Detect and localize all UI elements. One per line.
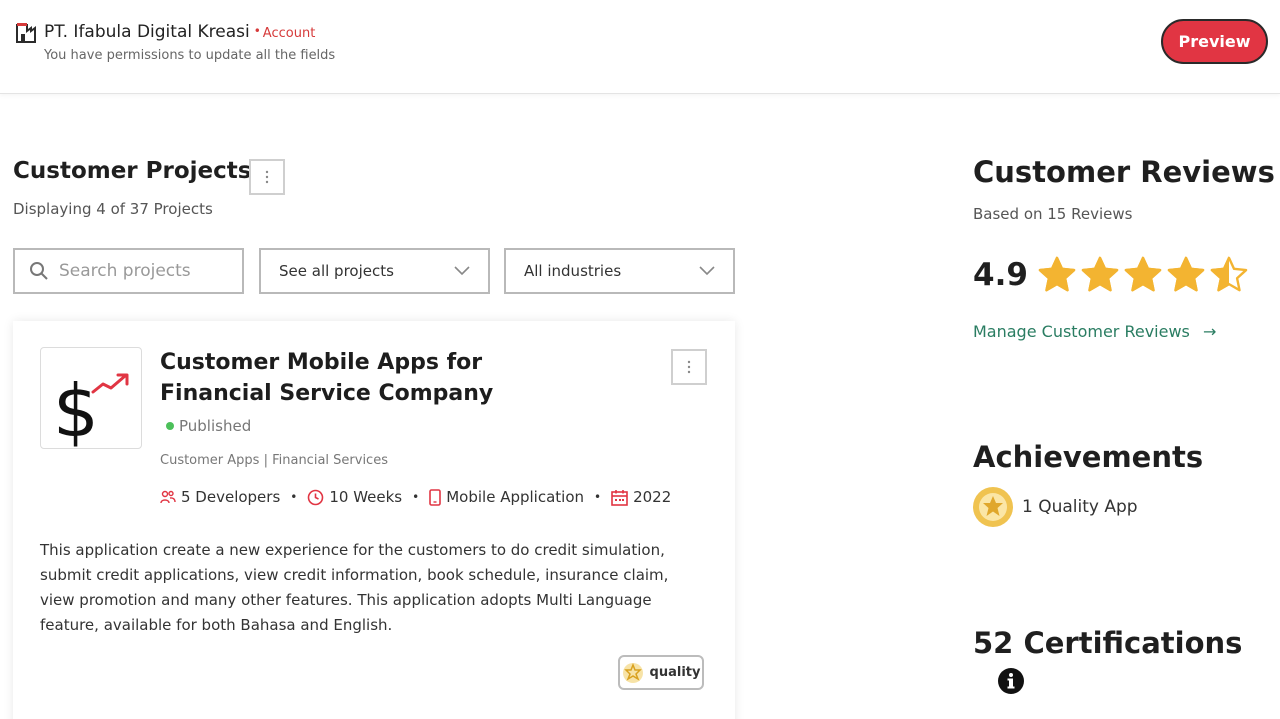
meta-duration: 10 Weeks (307, 488, 402, 506)
industries-filter-select[interactable]: All industries (504, 248, 735, 294)
project-meta: 5 Developers • 10 Weeks • Mobile Applica… (160, 488, 671, 506)
manage-reviews-link[interactable]: Manage Customer Reviews → (973, 322, 1216, 341)
meta-developers: 5 Developers (160, 488, 280, 506)
project-description: This application create a new experience… (40, 541, 669, 634)
company-building-icon (16, 23, 36, 43)
project-categories: Customer Apps | Financial Services (160, 453, 388, 468)
people-icon (160, 490, 176, 504)
project-title-text: Customer Mobile Apps for Financial Servi… (160, 350, 494, 406)
permissions-text: You have permissions to update all the f… (44, 48, 336, 63)
mobile-phone-icon (429, 488, 442, 506)
achievement-item: 1 Quality App (972, 486, 1138, 528)
rating-value: 4.9 (973, 257, 1028, 293)
star-icon (1124, 256, 1162, 292)
customer-reviews-title: Customer Reviews (973, 155, 1275, 189)
company-name: PT. Ifabula Digital Kreasi • Account (44, 22, 315, 42)
project-card[interactable]: $ Customer Mobile Apps for Financial Ser… (13, 321, 735, 719)
search-box (13, 248, 244, 294)
kebab-menu-icon (265, 170, 269, 184)
meta-platform: Mobile Application (429, 488, 584, 506)
projects-filter-select[interactable]: See all projects (259, 248, 490, 294)
star-icon (1038, 256, 1076, 292)
meta-bullet: • (290, 490, 298, 504)
project-options-button[interactable] (671, 349, 707, 385)
certifications-title: 52 Certifications (973, 626, 1243, 660)
projects-filter-value: See all projects (279, 262, 394, 280)
meta-bullet: • (412, 490, 420, 504)
star-icon (1210, 256, 1248, 292)
account-label: Account (262, 26, 316, 41)
quality-badge-label: quality (649, 665, 701, 680)
top-bar: PT. Ifabula Digital Kreasi • Account You h… (0, 0, 1280, 94)
published-dot (166, 421, 174, 430)
industries-filter-value: All industries (524, 262, 622, 280)
status-text: Published (179, 417, 252, 435)
projects-count: Displaying 4 of 37 Projects (13, 200, 213, 218)
achievement-label: 1 Quality App (1022, 497, 1138, 517)
chevron-down-icon (454, 266, 470, 276)
calendar-icon (611, 489, 628, 506)
star-icon (1167, 256, 1205, 292)
star-rating (1038, 256, 1253, 294)
preview-button[interactable]: Preview (1161, 19, 1268, 64)
header-separator: • (253, 24, 261, 38)
quality-badge: quality (618, 655, 704, 690)
rating-summary: 4.9 (973, 256, 1253, 294)
status-badge: Published (160, 417, 251, 435)
reviews-count: Based on 15 Reviews (973, 205, 1133, 223)
projects-options-button[interactable] (249, 159, 285, 195)
chevron-down-icon (699, 266, 715, 276)
dollar-growth-icon: $ (53, 369, 129, 453)
meta-year: 2022 (611, 488, 671, 506)
company-name-text: PT. Ifabula Digital Kreasi (44, 22, 250, 42)
svg-text:$: $ (53, 369, 99, 448)
kebab-menu-icon (687, 360, 691, 374)
arrow-right-icon: → (1202, 322, 1217, 341)
info-icon[interactable] (997, 667, 1025, 695)
project-title[interactable]: Customer Mobile Apps for Financial Servi… (160, 347, 520, 442)
achievements-title: Achievements (973, 440, 1204, 474)
star-icon (1081, 256, 1119, 292)
search-icon (30, 262, 48, 280)
customer-projects-title: Customer Projects (13, 158, 252, 184)
project-logo: $ (40, 347, 142, 453)
search-input[interactable] (59, 261, 229, 281)
quality-medal-icon (973, 487, 1013, 527)
clock-icon (308, 489, 324, 505)
quality-medal-icon (622, 662, 643, 683)
meta-bullet: • (594, 490, 602, 504)
